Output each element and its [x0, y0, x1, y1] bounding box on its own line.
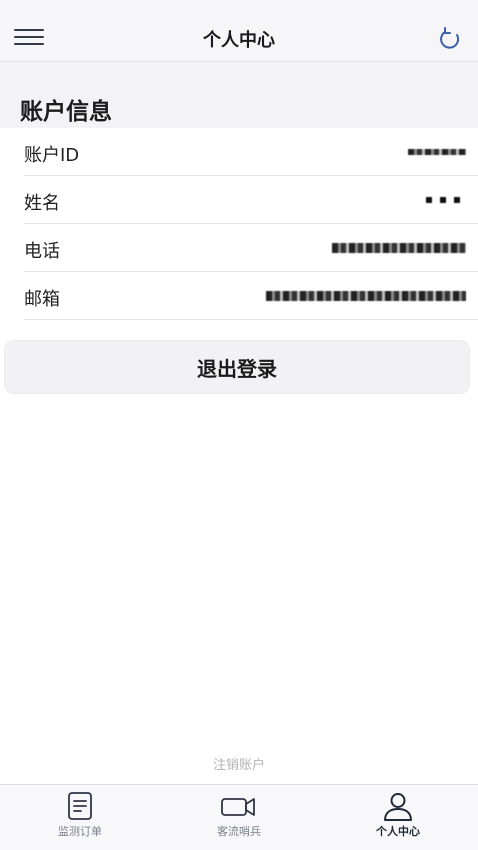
- video-camera-icon: [221, 798, 255, 816]
- document-icon: [68, 792, 92, 820]
- section-header: 账户信息: [0, 62, 478, 128]
- section-title: 账户信息: [20, 99, 112, 125]
- phone-value-redacted: [332, 236, 466, 260]
- app-header: 个人中心: [0, 0, 478, 62]
- cancel-account-link[interactable]: 注销账户: [0, 754, 478, 773]
- email-value-redacted: [266, 284, 466, 308]
- info-label: 账户ID: [24, 145, 80, 166]
- page-title: 个人中心: [203, 30, 275, 51]
- name-value-redacted: [426, 188, 466, 212]
- tab-monitor-orders[interactable]: 监测订单: [20, 785, 140, 850]
- tab-label: 个人中心: [376, 825, 420, 838]
- info-label: 邮箱: [24, 289, 60, 310]
- tab-traffic-sentinel[interactable]: 客流哨兵: [179, 785, 299, 850]
- tab-label: 监测订单: [58, 825, 102, 838]
- tab-label: 客流哨兵: [217, 825, 261, 838]
- logout-label: 退出登录: [197, 356, 277, 381]
- main-content: 账户信息 账户ID 姓名 电话 邮箱 退出登录 注销账户: [0, 62, 478, 784]
- logout-button[interactable]: 退出登录: [4, 340, 470, 394]
- refresh-icon[interactable]: [436, 25, 464, 53]
- info-row-account-id: 账户ID: [24, 128, 478, 176]
- info-label: 电话: [24, 241, 60, 262]
- info-row-name: 姓名: [24, 176, 478, 224]
- info-row-phone: 电话: [24, 224, 478, 272]
- bottom-tab-bar: 监测订单 客流哨兵 个人中心: [0, 784, 478, 850]
- person-icon: [384, 793, 412, 821]
- account-id-value-redacted: [408, 140, 466, 164]
- info-label: 姓名: [24, 193, 60, 214]
- tab-personal-center[interactable]: 个人中心: [338, 785, 458, 850]
- info-row-email: 邮箱: [24, 272, 478, 320]
- account-info-list: 账户ID 姓名 电话 邮箱: [0, 128, 478, 320]
